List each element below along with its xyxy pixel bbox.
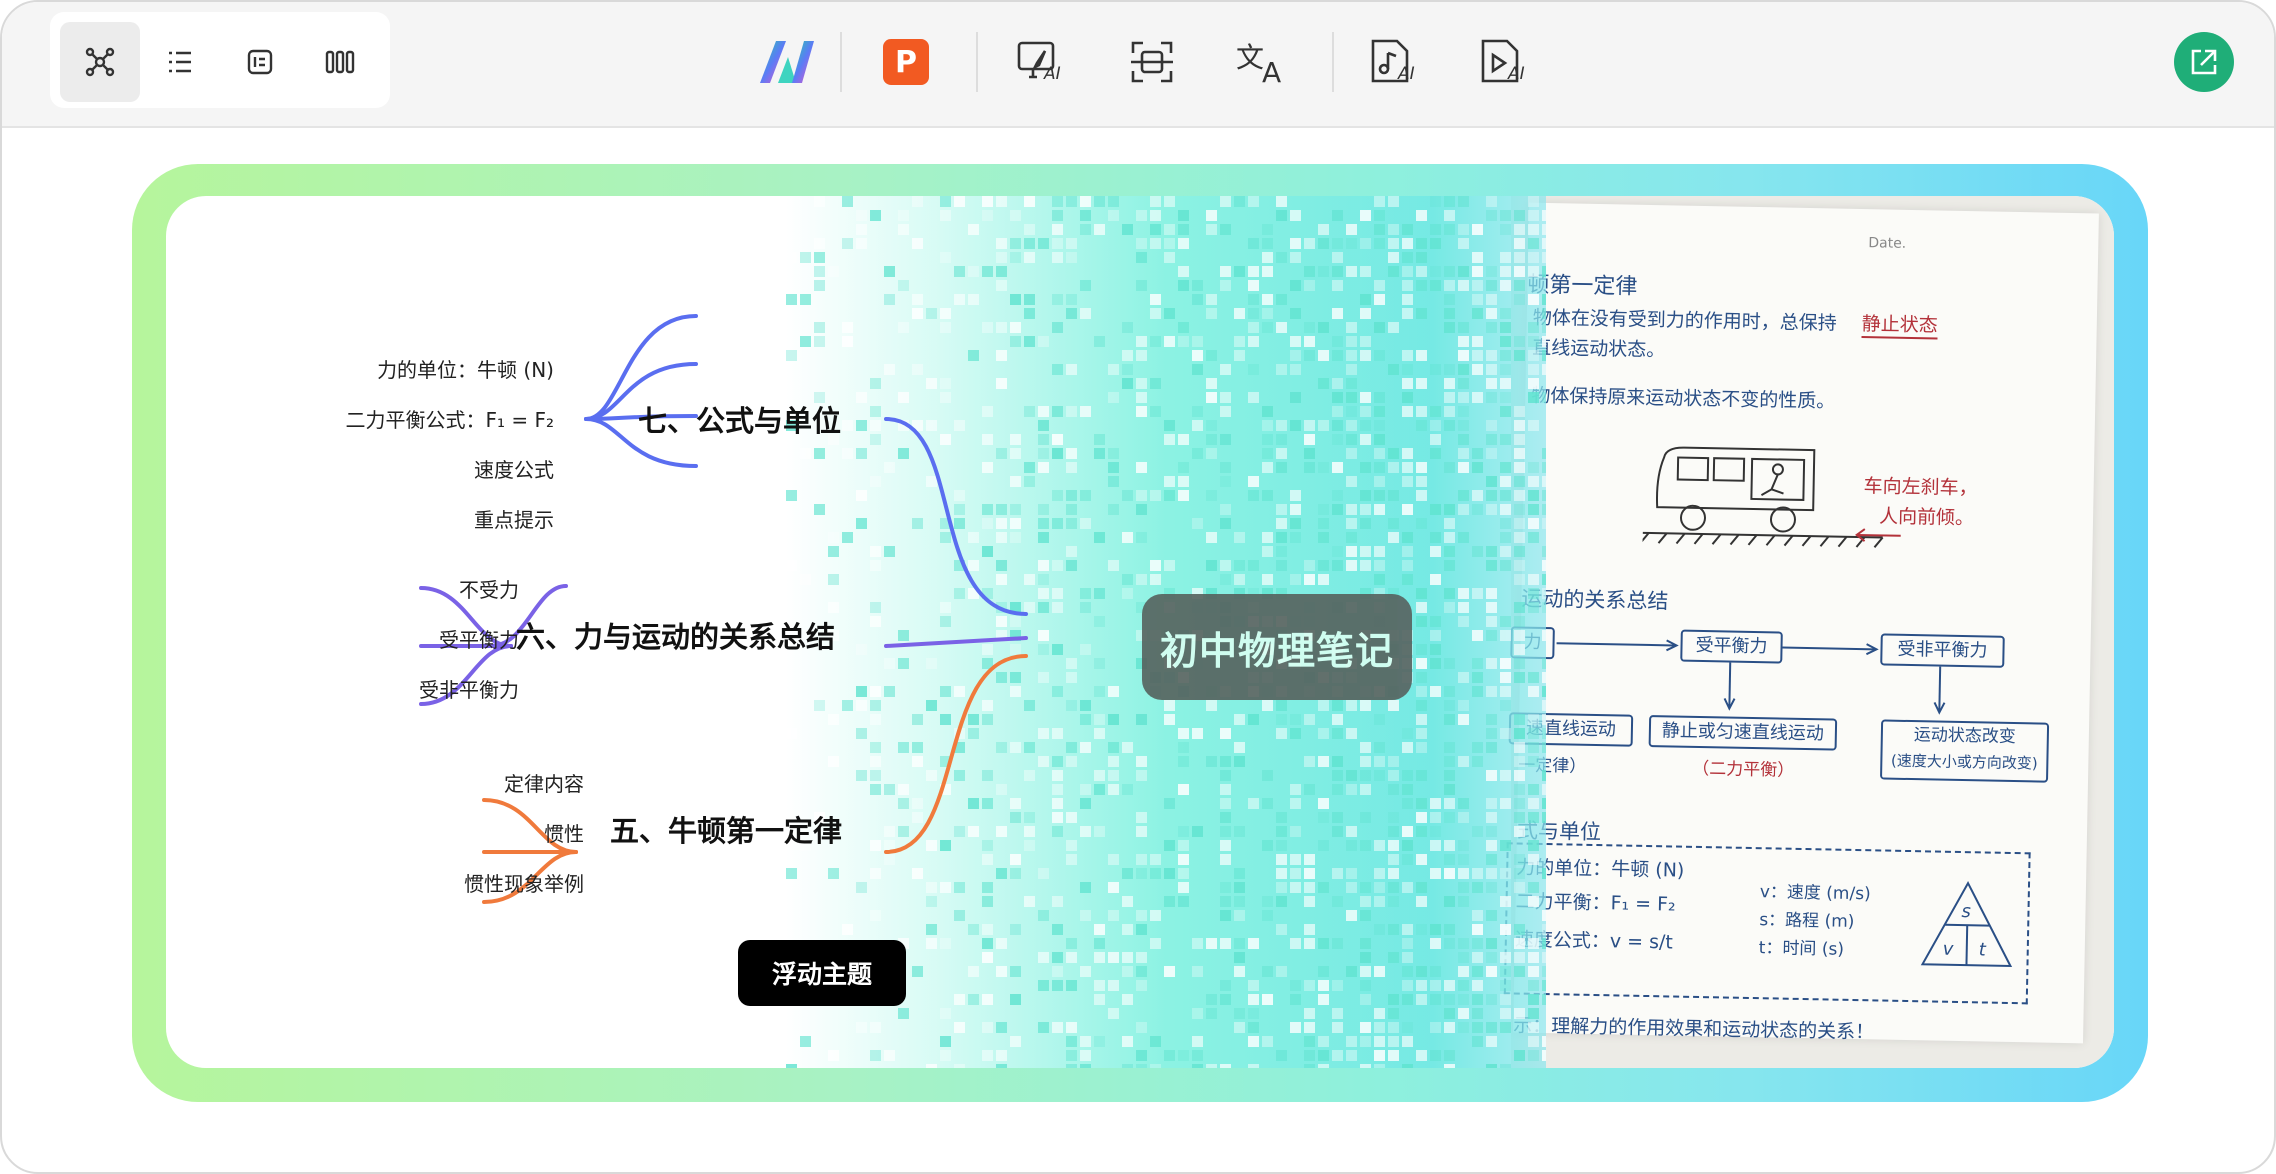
leaf-force-unit[interactable]: 力的单位：牛顿 (N) [377,354,554,383]
ppt-icon-label: P [895,44,917,80]
share-button[interactable] [2174,32,2234,92]
app-window: P AI 文 A AI AI Date. 顿第一定律 物体在没有受到力的作用时，… [0,0,2276,1174]
translate-button[interactable]: 文 A [1222,22,1302,102]
translate-icon: 文 A [1236,36,1288,89]
note-law-line2: 直线运动状态。 [1532,336,1666,362]
note-result-mid-sub: （二力平衡） [1691,758,1795,781]
outline-view-button[interactable] [140,22,220,102]
share-icon [2191,49,2217,75]
speed-triangle [1920,881,2013,968]
ai-audio-label: AI [1398,64,1415,84]
column-view-icon [325,50,355,74]
branch-formulas[interactable]: 七、公式与单位 [638,398,841,440]
note-var-s: s：路程 (m) [1759,910,1855,932]
ai-audio-button[interactable]: AI [1354,22,1434,102]
leaf-balance-formula[interactable]: 二力平衡公式：F₁ = F₂ [345,404,554,433]
promo-banner: Date. 顿第一定律 物体在没有受到力的作用时，总保持 静止状态 直线运动状态… [132,164,2148,1102]
note-tip: 示：理解力的作用效果和运动状态的关系！ [1513,1014,1875,1044]
note-result-mid: 静止或匀速直线运动 [1648,715,1838,751]
branch-newton-law[interactable]: 五、牛顿第一定律 [610,808,842,850]
leaf-inertia-examples[interactable]: 惯性现象举例 [464,868,584,897]
ppt-icon: P [883,39,929,85]
floating-topic[interactable]: 浮动主题 [738,940,906,1006]
column-view-button[interactable] [300,22,380,102]
ai-edit-label: AI [1044,64,1061,84]
note-law-line1: 物体在没有受到力的作用时，总保持 [1532,306,1837,335]
ppt-button[interactable]: P [866,22,946,102]
mindmap-canvas: Date. 顿第一定律 物体在没有受到力的作用时，总保持 静止状态 直线运动状态… [166,196,2114,1068]
note-date: Date. [1868,235,1907,252]
leaf-unbalanced-force[interactable]: 受非平衡力 [419,674,519,703]
handwritten-note-photo: Date. 顿第一定律 物体在没有受到力的作用时，总保持 静止状态 直线运动状态… [1503,196,2114,1068]
ocr-scan-button[interactable] [1112,22,1192,102]
note-paper: Date. 顿第一定律 物体在没有受到力的作用时，总保持 静止状态 直线运动状态… [1503,202,2099,1044]
leaf-law-content[interactable]: 定律内容 [504,768,584,797]
note-result-right-main: 运动状态改变 [1913,725,2017,748]
ai-video-label: AI [1508,64,1525,84]
leaf-no-force[interactable]: 不受力 [459,574,519,603]
note-tri-t: t [1978,939,1987,961]
scan-icon [1131,41,1173,83]
note-inertia: 物体保持原来运动状态不变的性质。 [1531,384,1836,413]
ai-edit-button[interactable]: AI [1002,22,1082,102]
list-view-icon [169,51,191,73]
card-view-button[interactable] [220,22,300,102]
branch-force-motion[interactable]: 六、力与运动的关系总结 [516,614,835,656]
leaf-inertia[interactable]: 惯性 [544,818,584,847]
leaf-key-tips[interactable]: 重点提示 [474,504,554,533]
note-bus-caption2: 人向前倾。 [1878,505,1975,530]
mindmap-view-icon [85,47,115,77]
note-tri-s: s [1961,901,1972,923]
note-var-v: v：速度 (m/s) [1759,882,1871,905]
note-var-t: t：时间 (s) [1758,938,1845,960]
mindmap-logo-button[interactable] [746,22,826,102]
translate-icon-en: A [1262,56,1282,89]
top-toolbar: P AI 文 A AI AI [2,2,2274,128]
note-law-highlight: 静止状态 [1861,309,1939,340]
translate-icon-zh: 文 [1236,41,1265,74]
app-logo-icon [760,41,814,83]
central-topic[interactable]: 初中物理笔记 [1142,594,1412,700]
leaf-balanced-force[interactable]: 受平衡力 [439,624,519,653]
note-bus-caption1: 车向左刹车， [1863,475,1978,500]
card-view-icon [247,49,273,75]
note-result-right: 运动状态改变 (速度大小或方向改变) [1880,719,2050,783]
mindmap-view-button[interactable] [60,22,140,102]
ai-video-button[interactable]: AI [1464,22,1544,102]
view-switcher [50,12,390,108]
leaf-speed-formula[interactable]: 速度公式 [474,454,554,483]
note-tri-v: v [1942,938,1954,960]
note-result-right-sub: (速度大小或方向改变) [1890,751,2038,773]
brake-arrow [1855,528,1901,542]
relation-arrows [1556,639,1946,715]
